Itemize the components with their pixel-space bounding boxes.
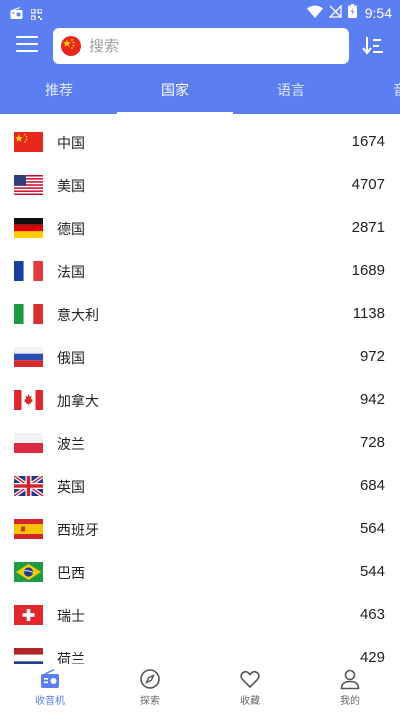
list-item[interactable]: 波兰 728 — [0, 422, 400, 465]
tab-music[interactable]: 音乐 — [349, 70, 400, 114]
station-count: 728 — [359, 434, 385, 451]
country-name: 美国 — [57, 179, 85, 195]
nav-label: 探索 — [140, 696, 160, 707]
nav-label: 收藏 — [240, 696, 260, 707]
wifi-icon — [306, 3, 323, 22]
toolbar — [0, 28, 400, 64]
tab-recommended[interactable]: 推荐 — [1, 70, 117, 114]
it-flag-icon — [14, 304, 43, 324]
ca-flag-icon — [14, 390, 43, 410]
status-time: 9:54 — [364, 4, 392, 21]
list-item[interactable]: 美国 4707 — [0, 164, 400, 207]
status-bar: 9:54 — [0, 0, 400, 24]
station-count: 1689 — [351, 262, 385, 279]
station-count: 1674 — [351, 133, 385, 150]
station-count: 942 — [359, 391, 385, 408]
station-count: 564 — [359, 520, 385, 537]
nav-label: 收音机 — [35, 696, 65, 707]
list-item[interactable]: 法国 1689 — [0, 250, 400, 293]
es-flag-icon — [14, 519, 43, 539]
gb-flag-icon — [14, 476, 43, 496]
search-bar[interactable] — [53, 28, 349, 64]
heart-icon — [240, 670, 260, 689]
app-header: 9:54 推荐 国家 语言 音乐 — [0, 0, 400, 114]
country-name: 意大利 — [57, 308, 99, 324]
ru-flag-icon — [14, 347, 43, 367]
radio-notification-icon — [10, 5, 23, 24]
station-count: 463 — [359, 606, 385, 623]
nav-label: 我的 — [340, 696, 360, 707]
person-icon — [340, 669, 360, 690]
country-name: 加拿大 — [57, 394, 99, 410]
pl-flag-icon — [14, 433, 43, 453]
de-flag-icon — [14, 218, 43, 238]
country-name: 法国 — [57, 265, 85, 281]
station-count: 684 — [359, 477, 385, 494]
station-count: 1138 — [352, 305, 385, 322]
menu-icon[interactable] — [16, 36, 38, 54]
station-count: 429 — [359, 649, 385, 664]
tab-language[interactable]: 语言 — [233, 70, 349, 114]
country-name: 波兰 — [57, 437, 85, 453]
nav-explore[interactable]: 探索 — [100, 666, 200, 712]
category-tabs: 推荐 国家 语言 音乐 — [0, 70, 400, 114]
no-signal-icon — [328, 3, 342, 22]
list-item[interactable]: 加拿大 942 — [0, 379, 400, 422]
station-count: 544 — [359, 563, 385, 580]
fr-flag-icon — [14, 261, 43, 281]
list-item[interactable]: 意大利 1138 — [0, 293, 400, 336]
country-name: 荷兰 — [57, 652, 85, 664]
tab-country[interactable]: 国家 — [117, 70, 233, 114]
china-flag-icon[interactable] — [61, 36, 81, 56]
list-item[interactable]: 荷兰 429 — [0, 637, 400, 664]
country-name: 英国 — [57, 480, 85, 496]
country-name: 巴西 — [57, 566, 85, 582]
list-item[interactable]: 西班牙 564 — [0, 508, 400, 551]
country-name: 中国 — [57, 136, 85, 152]
nav-mine[interactable]: 我的 — [300, 666, 400, 712]
us-flag-icon — [14, 175, 43, 195]
scan-notification-icon — [30, 5, 43, 24]
nl-flag-icon — [14, 648, 43, 664]
list-item[interactable]: 德国 2871 — [0, 207, 400, 250]
country-name: 瑞士 — [57, 609, 85, 625]
country-name: 德国 — [57, 222, 85, 238]
list-item[interactable]: 中国 1674 — [0, 121, 400, 164]
battery-icon — [347, 3, 357, 22]
search-input[interactable] — [89, 37, 319, 55]
list-item[interactable]: 俄国 972 — [0, 336, 400, 379]
nav-radio[interactable]: 收音机 — [0, 666, 100, 712]
radio-icon — [41, 668, 59, 688]
cn-flag-icon — [14, 132, 43, 152]
country-list: 中国 1674 美国 4707 德国 2871 法国 1689 意大利 1138 — [0, 114, 400, 664]
compass-icon — [140, 669, 160, 689]
ch-flag-icon — [14, 605, 43, 625]
station-count: 2871 — [351, 219, 385, 236]
list-item[interactable]: 英国 684 — [0, 465, 400, 508]
station-count: 4707 — [351, 176, 385, 193]
station-count: 972 — [359, 348, 385, 365]
sort-icon[interactable] — [362, 36, 384, 56]
br-flag-icon — [14, 562, 43, 582]
country-name: 俄国 — [57, 351, 85, 367]
list-item[interactable]: 巴西 544 — [0, 551, 400, 594]
country-name: 西班牙 — [57, 523, 99, 539]
bottom-navigation: 收音机 探索 收藏 我的 — [0, 664, 400, 712]
nav-favorites[interactable]: 收藏 — [200, 666, 300, 712]
list-item[interactable]: 瑞士 463 — [0, 594, 400, 637]
